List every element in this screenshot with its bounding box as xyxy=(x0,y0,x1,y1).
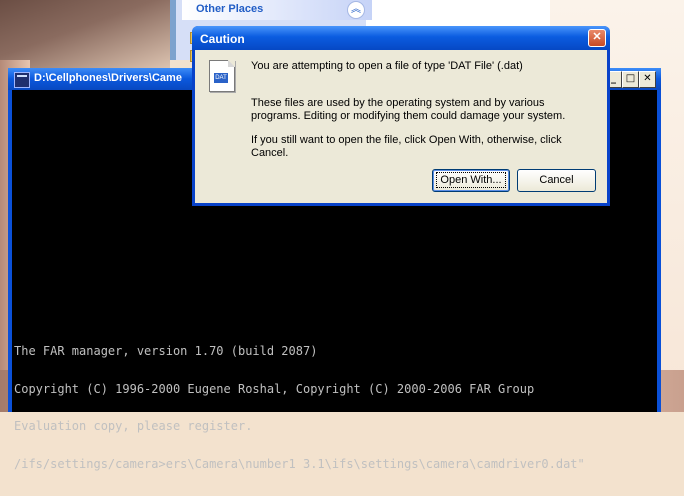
caution-dialog: Caution ✕ DAT You are attempting to open… xyxy=(192,26,610,206)
other-places-header[interactable]: Other Places ︽ xyxy=(182,0,372,20)
file-type-icon-label: DAT xyxy=(214,73,228,83)
other-places-title: Other Places xyxy=(196,3,264,15)
console-line: The FAR manager, version 1.70 (build 208… xyxy=(14,344,318,358)
dialog-detail: These files are used by the operating sy… xyxy=(251,97,566,122)
dialog-body: DAT You are attempting to open a file of… xyxy=(195,50,607,203)
console-line: Evaluation copy, please register. xyxy=(14,419,253,433)
dialog-title: Caution xyxy=(200,32,245,46)
console-title: D:\Cellphones\Drivers\Came xyxy=(34,72,182,84)
console-line: Copyright (C) 1996-2000 Eugene Roshal, C… xyxy=(14,381,535,396)
open-with-button[interactable]: Open With... xyxy=(432,169,510,192)
cancel-button[interactable]: Cancel xyxy=(517,169,596,192)
dialog-message: You are attempting to open a file of typ… xyxy=(251,60,523,72)
console-command-line[interactable]: /ifs/settings/camera>ers\Camera\number1 … xyxy=(14,457,585,471)
open-with-label: Open With... xyxy=(436,172,506,188)
console-app-icon[interactable] xyxy=(14,72,30,88)
dialog-close-button[interactable]: ✕ xyxy=(588,29,606,47)
dialog-instruction: If you still want to open the file, clic… xyxy=(251,134,562,159)
collapse-chevron-icon[interactable]: ︽ xyxy=(347,1,365,19)
dat-file-icon: DAT xyxy=(209,60,235,92)
console-text: The FAR manager, version 1.70 (build 208… xyxy=(14,320,585,495)
dialog-title-bar[interactable]: Caution ✕ xyxy=(192,26,610,50)
close-button[interactable]: ✕ xyxy=(639,71,656,88)
maximize-button[interactable]: □ xyxy=(622,71,639,88)
